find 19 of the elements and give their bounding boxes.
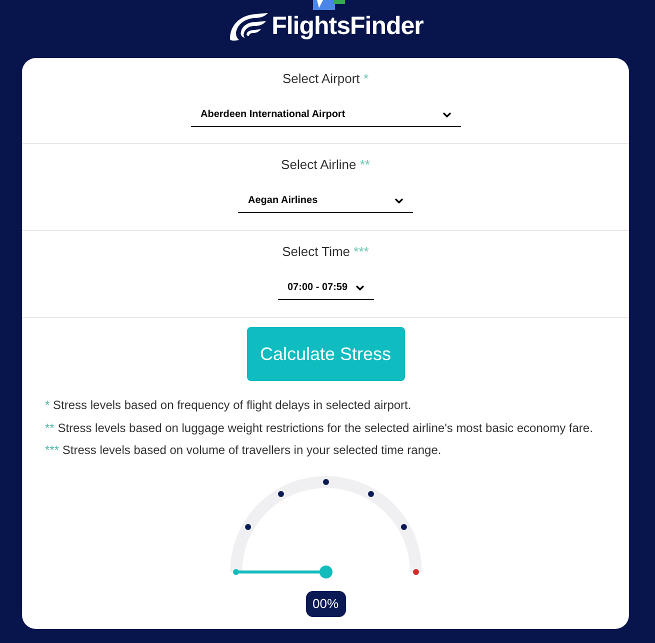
logo-text: FlightsFinder bbox=[272, 11, 424, 41]
select-field[interactable]: Aegan Airlines bbox=[238, 189, 413, 213]
field-label: Select Airline ** bbox=[281, 156, 370, 174]
select-field[interactable]: 07:00 - 07:59 bbox=[278, 276, 374, 300]
footnote-text: ** Stress levels based on luggage weight restrictions for the selected airline's most basic economy fare. bbox=[45, 420, 593, 436]
select-field[interactable]: Aberdeen International Airport bbox=[190, 103, 460, 127]
footnote-text: * Stress levels based on frequency of flight delays in selected airport. bbox=[45, 397, 412, 414]
field-label: Select Airport * bbox=[282, 70, 368, 88]
translate-icon[interactable] bbox=[313, 0, 345, 10]
field-label: Select Time *** bbox=[282, 243, 369, 261]
gauge-tick-dot bbox=[322, 478, 328, 484]
gauge-tick-dot bbox=[400, 524, 406, 530]
gauge-end-dot bbox=[412, 568, 418, 574]
footnote-text: *** Stress levels based on volume of travellers in your selected time range. bbox=[45, 442, 442, 459]
wing-logo-icon bbox=[228, 11, 268, 41]
stress-percentage-badge: 00% bbox=[306, 590, 346, 616]
gauge-tick-dot bbox=[278, 490, 284, 497]
gauge-tick-dot bbox=[368, 490, 374, 497]
gauge-tick-dot bbox=[244, 524, 251, 530]
